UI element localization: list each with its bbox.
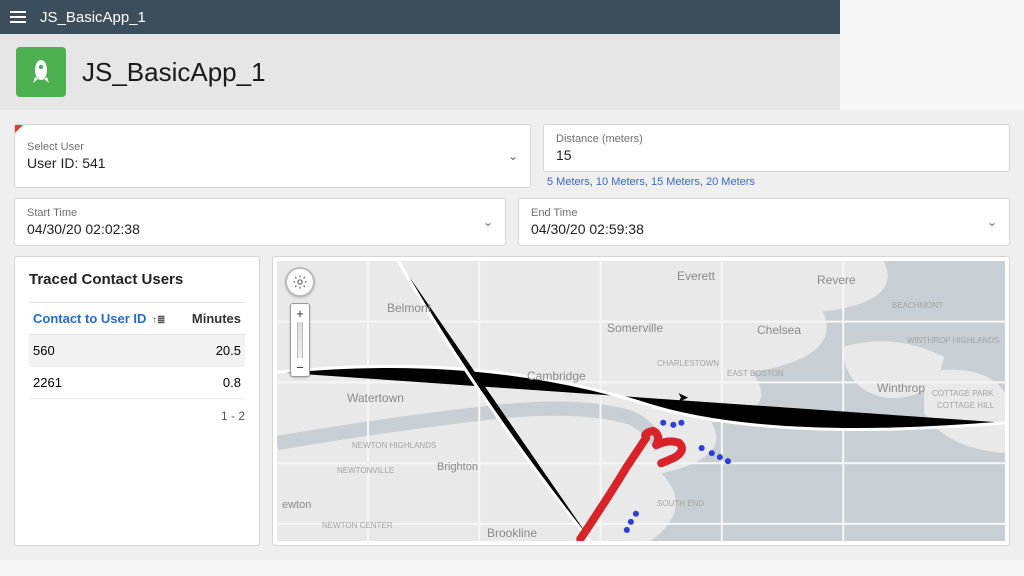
map-controls: + − xyxy=(285,267,315,377)
preset-20m[interactable]: 20 Meters xyxy=(706,176,755,188)
required-marker xyxy=(15,125,23,133)
content-area: Select User User ID: 541 ⌄ Distance (met… xyxy=(0,110,1024,560)
map-label: Winthrop xyxy=(877,381,925,395)
map-label: Belmont xyxy=(387,301,431,315)
preset-5m[interactable]: 5 Meters xyxy=(547,176,590,188)
distance-field[interactable]: Distance (meters) 15 xyxy=(543,124,1010,172)
zoom-slider[interactable] xyxy=(297,322,303,358)
preset-15m[interactable]: 15 Meters xyxy=(651,176,700,188)
map-label: Chelsea xyxy=(757,323,801,337)
map-label: NEWTON HIGHLANDS xyxy=(352,441,436,450)
cell-contact-id: 2261 xyxy=(29,367,183,399)
end-time-value: 04/30/20 02:59:38 xyxy=(531,221,973,237)
map-label: NEWTONVILLE xyxy=(337,466,394,475)
distance-presets: 5 Meters, 10 Meters, 15 Meters, 20 Meter… xyxy=(543,176,1010,188)
select-user-field[interactable]: Select User User ID: 541 ⌄ xyxy=(14,124,531,188)
chevron-down-icon: ⌄ xyxy=(483,215,493,229)
map-label: Brighton xyxy=(437,461,478,473)
map-label: SOUTH END xyxy=(657,499,704,508)
map-label: ewton xyxy=(282,499,311,511)
zoom-out-button[interactable]: − xyxy=(291,358,309,376)
table-pager: 1 - 2 xyxy=(29,409,245,423)
cell-contact-id: 560 xyxy=(29,335,183,367)
map-label: Somerville xyxy=(607,321,663,335)
start-time-label: Start Time xyxy=(27,207,469,219)
app-icon xyxy=(16,47,66,97)
map-label: Cambridge xyxy=(527,369,586,383)
zoom-control: + − xyxy=(290,303,310,377)
map-label: CHARLESTOWN xyxy=(657,359,719,368)
topbar-title: JS_BasicApp_1 xyxy=(40,9,146,26)
distance-value: 15 xyxy=(556,147,997,163)
chevron-down-icon: ⌄ xyxy=(987,215,997,229)
map[interactable]: Everett Revere Chelsea Somerville Cambri… xyxy=(277,261,1005,541)
rocket-icon xyxy=(30,59,52,85)
cursor-icon: ➤ xyxy=(677,389,689,406)
page-header: JS_BasicApp_1 xyxy=(0,34,840,110)
menu-icon[interactable] xyxy=(10,11,26,23)
distance-label: Distance (meters) xyxy=(556,133,997,145)
map-label: Revere xyxy=(817,273,856,287)
select-user-value: User ID: 541 xyxy=(27,155,494,171)
start-time-field[interactable]: Start Time 04/30/20 02:02:38 ⌄ xyxy=(14,198,506,246)
col-minutes-header[interactable]: Minutes xyxy=(183,303,245,335)
top-bar: JS_BasicApp_1 xyxy=(0,0,840,34)
gear-icon xyxy=(292,274,308,290)
map-label: COTTAGE PARK xyxy=(932,389,994,398)
col-contact-header[interactable]: Contact to User ID ↑≣ xyxy=(29,303,183,335)
map-label: Brookline xyxy=(487,526,537,540)
preset-10m[interactable]: 10 Meters xyxy=(596,176,645,188)
table-row[interactable]: 560 20.5 xyxy=(29,335,245,367)
map-label: BEACHMONT xyxy=(892,301,943,310)
col-contact-link[interactable]: Contact to User ID xyxy=(33,311,146,326)
map-label: WINTHROP HIGHLANDS xyxy=(907,336,999,345)
map-label: Everett xyxy=(677,269,715,283)
map-label: Watertown xyxy=(347,391,404,405)
traced-contacts-panel: Traced Contact Users Contact to User ID … xyxy=(14,256,260,546)
contacts-table: Contact to User ID ↑≣ Minutes 560 20.5 2… xyxy=(29,302,245,399)
panel-title: Traced Contact Users xyxy=(29,271,245,288)
end-time-field[interactable]: End Time 04/30/20 02:59:38 ⌄ xyxy=(518,198,1010,246)
map-label: NEWTON CENTER xyxy=(322,521,393,530)
select-user-label: Select User xyxy=(27,141,494,153)
page-title: JS_BasicApp_1 xyxy=(82,57,266,88)
sort-icon: ↑≣ xyxy=(152,315,165,326)
end-time-label: End Time xyxy=(531,207,973,219)
start-time-value: 04/30/20 02:02:38 xyxy=(27,221,469,237)
chevron-down-icon: ⌄ xyxy=(508,149,518,163)
map-label: EAST BOSTON xyxy=(727,369,784,378)
table-row[interactable]: 2261 0.8 xyxy=(29,367,245,399)
map-label: COTTAGE HILL xyxy=(937,401,994,410)
cell-minutes: 0.8 xyxy=(183,367,245,399)
map-settings-button[interactable] xyxy=(285,267,315,297)
zoom-in-button[interactable]: + xyxy=(291,304,309,322)
map-container: Everett Revere Chelsea Somerville Cambri… xyxy=(272,256,1010,546)
cell-minutes: 20.5 xyxy=(183,335,245,367)
